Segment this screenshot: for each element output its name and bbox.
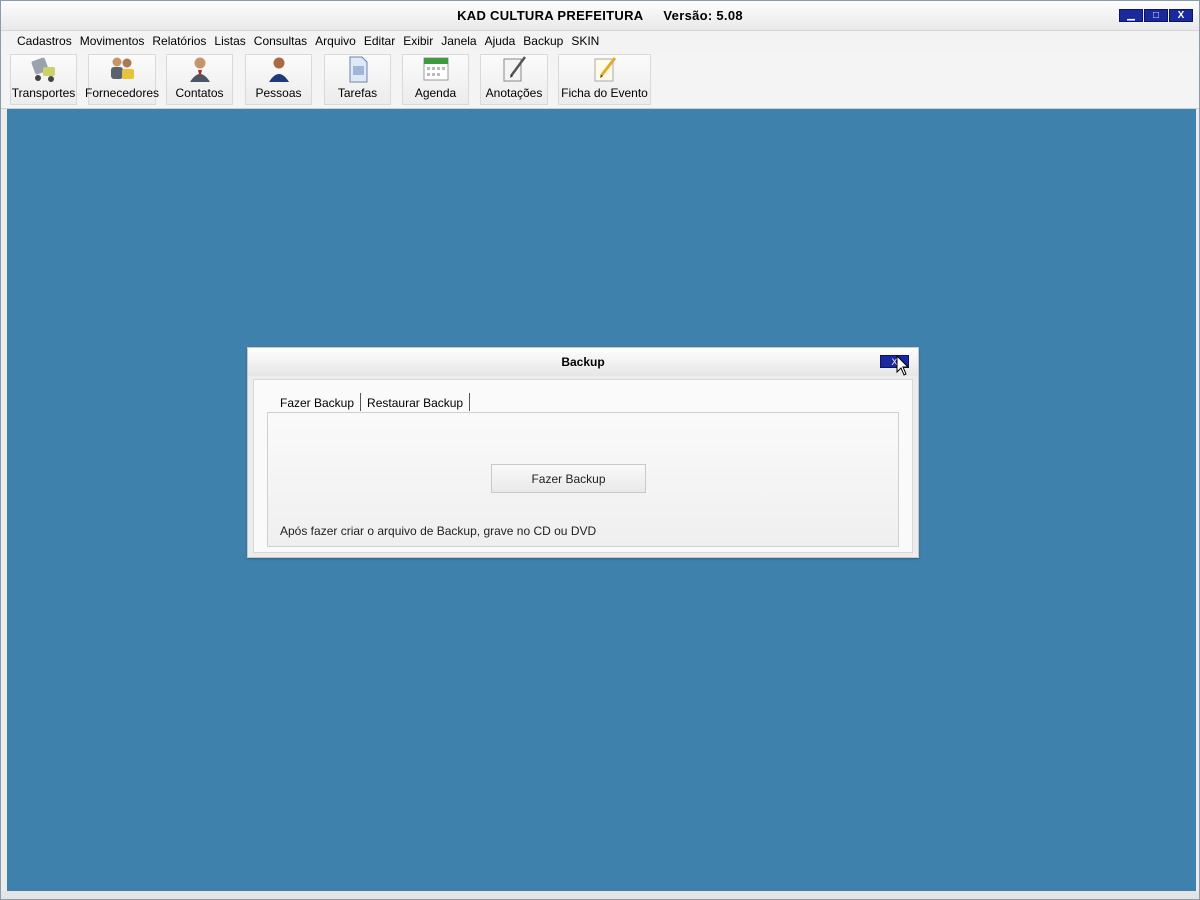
window-bottom-border <box>1 891 1199 899</box>
menu-janela[interactable]: Janela <box>437 34 480 48</box>
app-version: Versão: 5.08 <box>663 8 743 23</box>
notepad-pen-icon <box>499 54 529 84</box>
toolbar-label: Anotações <box>485 86 543 100</box>
note-pencil-icon <box>590 54 620 84</box>
backup-hint-text: Após fazer criar o arquivo de Backup, gr… <box>280 524 597 538</box>
toolbar-button-contatos[interactable]: Contatos <box>166 54 233 105</box>
toolbar-button-pessoas[interactable]: Pessoas <box>245 54 312 105</box>
menu-skin[interactable]: SKIN <box>567 34 603 48</box>
person-icon <box>264 54 294 84</box>
menu-exibir[interactable]: Exibir <box>399 34 437 48</box>
menu-arquivo[interactable]: Arquivo <box>311 34 360 48</box>
minimize-button[interactable]: ▁ <box>1119 9 1143 22</box>
toolbar-label: Agenda <box>414 86 457 100</box>
tab-restaurar-backup[interactable]: Restaurar Backup <box>361 393 471 411</box>
suppliers-icon <box>107 54 137 84</box>
title-bar: KAD CULTURA PREFEITURA Versão: 5.08 ▁ □ … <box>1 1 1199 31</box>
menu-movimentos[interactable]: Movimentos <box>76 34 149 48</box>
tab-strip: Fazer Backup Restaurar Backup <box>274 393 471 413</box>
toolbar-button-tarefas[interactable]: Tarefas <box>324 54 391 105</box>
window-controls: ▁ □ X <box>1119 9 1193 22</box>
toolbar-label: Pessoas <box>255 86 302 100</box>
menu-listas[interactable]: Listas <box>210 34 249 48</box>
dialog-title: Backup <box>248 348 918 376</box>
menu-relatorios[interactable]: Relatórios <box>148 34 210 48</box>
minimize-icon: ▁ <box>1127 9 1135 21</box>
toolbar-label: Fornecedores <box>84 86 160 100</box>
close-icon: X <box>1177 9 1185 21</box>
toolbar-label: Tarefas <box>337 86 378 100</box>
menu-consultas[interactable]: Consultas <box>250 34 311 48</box>
menu-backup[interactable]: Backup <box>519 34 567 48</box>
toolbar-button-ficha-do-evento[interactable]: Ficha do Evento <box>558 54 651 105</box>
toolbar-label: Contatos <box>175 86 224 100</box>
menu-editar[interactable]: Editar <box>360 34 399 48</box>
calendar-icon <box>421 54 451 84</box>
tab-panel: Fazer Backup Após fazer criar o arquivo … <box>267 412 899 547</box>
toolbar-label: Ficha do Evento <box>561 86 648 100</box>
document-icon <box>343 54 373 84</box>
maximize-button[interactable]: □ <box>1144 9 1168 22</box>
mouse-cursor-icon <box>896 355 910 376</box>
maximize-icon: □ <box>1152 9 1160 21</box>
app-title: KAD CULTURA PREFEITURA Versão: 5.08 <box>1 8 1199 23</box>
toolbar: Transportes Fornecedores Contatos Pessoa… <box>1 51 1199 109</box>
dialog-body: Fazer Backup Restaurar Backup Fazer Back… <box>253 379 913 553</box>
menu-cadastros[interactable]: Cadastros <box>13 34 76 48</box>
toolbar-label: Transportes <box>11 86 76 100</box>
toolbar-button-transportes[interactable]: Transportes <box>10 54 77 105</box>
toolbar-button-agenda[interactable]: Agenda <box>402 54 469 105</box>
contact-person-icon <box>185 54 215 84</box>
toolbar-button-fornecedores[interactable]: Fornecedores <box>84 54 160 105</box>
close-button[interactable]: X <box>1169 9 1193 22</box>
toolbar-button-anotacoes[interactable]: Anotações <box>480 54 548 105</box>
tab-fazer-backup[interactable]: Fazer Backup <box>274 393 362 411</box>
menu-ajuda[interactable]: Ajuda <box>481 34 520 48</box>
app-name: KAD CULTURA PREFEITURA <box>457 8 644 23</box>
truck-icon <box>29 54 59 84</box>
fazer-backup-button[interactable]: Fazer Backup <box>491 464 646 493</box>
menu-bar: Cadastros Movimentos Relatórios Listas C… <box>1 31 1199 51</box>
backup-dialog: Backup X Fazer Backup Restaurar Backup F… <box>247 347 919 558</box>
